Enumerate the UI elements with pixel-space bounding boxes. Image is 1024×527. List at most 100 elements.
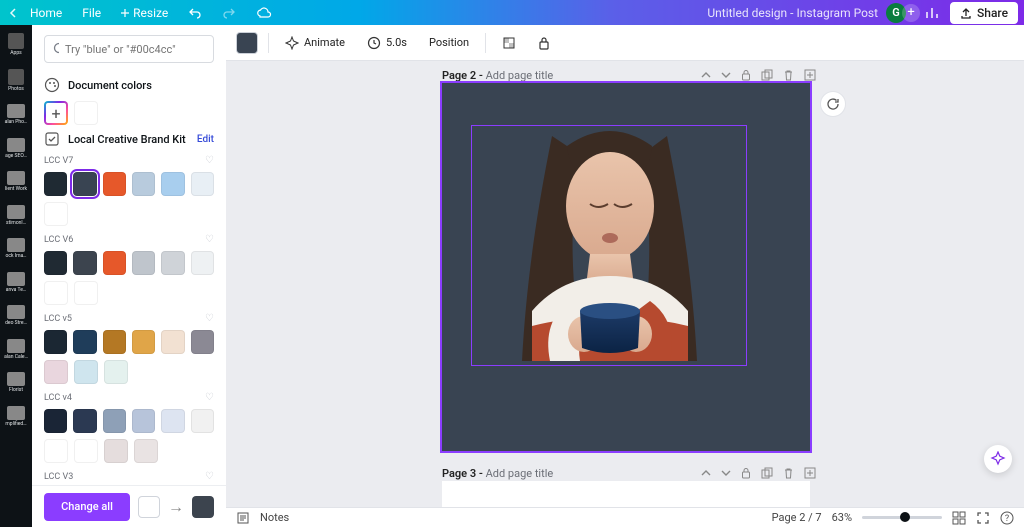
color-swatch[interactable] <box>191 330 214 354</box>
color-swatch[interactable] <box>103 172 126 196</box>
grid-view-icon[interactable] <box>952 511 966 525</box>
color-swatch[interactable] <box>132 172 155 196</box>
color-swatch[interactable] <box>44 251 67 275</box>
color-swatch[interactable] <box>191 251 214 275</box>
page-lock-icon[interactable] <box>741 69 751 81</box>
footer-swatch-from[interactable] <box>138 496 160 518</box>
back-icon[interactable] <box>6 8 20 18</box>
notes-icon[interactable] <box>236 511 250 525</box>
rail-folder-10[interactable]: mplified… <box>0 406 32 428</box>
refresh-fab[interactable] <box>820 91 846 117</box>
lock-button[interactable] <box>532 32 556 54</box>
page-indicator[interactable]: Page 2 / 7 <box>772 511 822 524</box>
color-swatch[interactable] <box>44 172 67 196</box>
page-down-icon[interactable] <box>721 468 731 478</box>
color-swatch[interactable] <box>73 409 96 433</box>
rail-apps[interactable]: Apps <box>0 33 32 57</box>
share-button[interactable]: Share <box>950 2 1018 24</box>
rail-folder-9[interactable]: Florist <box>0 372 32 394</box>
color-swatch[interactable] <box>191 409 214 433</box>
color-swatch[interactable] <box>134 439 158 463</box>
page-up-icon[interactable] <box>701 468 711 478</box>
favorite-icon[interactable]: ♡ <box>205 313 214 324</box>
ai-assistant-fab[interactable] <box>984 445 1012 473</box>
home-button[interactable]: Home <box>20 6 72 20</box>
fullscreen-icon[interactable] <box>976 511 990 525</box>
color-swatch[interactable] <box>161 172 184 196</box>
insights-icon[interactable] <box>920 6 944 20</box>
page-down-icon[interactable] <box>721 70 731 80</box>
doc-swatch[interactable] <box>74 101 98 125</box>
add-collaborator-button[interactable]: + <box>902 4 920 22</box>
notes-button[interactable]: Notes <box>260 511 289 524</box>
color-swatch[interactable] <box>103 251 126 275</box>
color-swatch[interactable] <box>44 409 67 433</box>
change-all-button[interactable]: Change all <box>44 493 130 521</box>
color-swatch[interactable] <box>74 439 98 463</box>
zoom-slider[interactable] <box>862 516 942 519</box>
duration-button[interactable]: 5.0s <box>361 32 413 54</box>
page-lock-icon[interactable] <box>741 467 751 479</box>
transparency-button[interactable] <box>496 32 522 54</box>
color-swatch[interactable] <box>103 409 126 433</box>
color-search-input[interactable] <box>65 43 205 56</box>
favorite-icon[interactable]: ♡ <box>205 392 214 403</box>
rail-folder-8[interactable]: alan Cale… <box>0 339 32 361</box>
footer-swatch-to[interactable] <box>192 496 214 518</box>
favorite-icon[interactable]: ♡ <box>205 155 214 166</box>
image-selection[interactable] <box>471 125 747 366</box>
page-duplicate-icon[interactable] <box>761 69 773 81</box>
color-swatch[interactable] <box>44 202 68 226</box>
rail-folder-3[interactable]: lient Work <box>0 171 32 193</box>
color-swatch[interactable] <box>132 251 155 275</box>
color-swatch[interactable] <box>44 360 68 384</box>
page-2-label[interactable]: Page 2 - Add page title <box>442 69 553 82</box>
redo-button[interactable] <box>212 7 246 19</box>
position-button[interactable]: Position <box>423 32 475 53</box>
document-title[interactable]: Untitled design - Instagram Post <box>707 6 886 20</box>
page-3-label[interactable]: Page 3 - Add page title <box>442 467 553 480</box>
rail-folder-2[interactable]: age SEO… <box>0 138 32 160</box>
page-3-artboard[interactable] <box>442 481 810 507</box>
favorite-icon[interactable]: ♡ <box>205 234 214 245</box>
color-swatch[interactable] <box>73 330 96 354</box>
page-delete-icon[interactable] <box>783 69 794 81</box>
color-swatch[interactable] <box>132 409 155 433</box>
color-swatch[interactable] <box>73 251 96 275</box>
color-swatch[interactable] <box>74 281 98 305</box>
rail-folder-6[interactable]: anva Te… <box>0 272 32 294</box>
zoom-value[interactable]: 63% <box>832 511 852 524</box>
animate-button[interactable]: Animate <box>279 32 351 54</box>
color-swatch[interactable] <box>104 360 128 384</box>
page-delete-icon[interactable] <box>783 467 794 479</box>
color-swatch[interactable] <box>104 439 128 463</box>
rail-folder-7[interactable]: deo Stre… <box>0 305 32 327</box>
color-swatch[interactable] <box>44 330 67 354</box>
page-up-icon[interactable] <box>701 70 711 80</box>
edit-brandkit[interactable]: Edit <box>197 134 214 145</box>
color-swatch[interactable] <box>74 360 98 384</box>
color-swatch[interactable] <box>73 172 96 196</box>
page-duplicate-icon[interactable] <box>761 467 773 479</box>
rail-folder-5[interactable]: ock Ima… <box>0 238 32 260</box>
color-swatch[interactable] <box>44 281 68 305</box>
file-menu[interactable]: File <box>72 6 111 20</box>
color-swatch[interactable] <box>161 330 184 354</box>
color-swatch[interactable] <box>44 439 68 463</box>
rail-folder-1[interactable]: alan Pho… <box>0 104 32 126</box>
page-2-artboard[interactable] <box>442 83 810 451</box>
color-swatch[interactable] <box>161 251 184 275</box>
cloud-sync-icon[interactable] <box>246 7 282 19</box>
page-add-icon[interactable] <box>804 69 816 81</box>
color-swatch[interactable] <box>161 409 184 433</box>
color-swatch[interactable] <box>132 330 155 354</box>
rail-photos[interactable]: Photos <box>0 69 32 93</box>
page-add-icon[interactable] <box>804 467 816 479</box>
rail-folder-4[interactable]: stimonl… <box>0 205 32 227</box>
help-icon[interactable]: ? <box>1000 511 1014 525</box>
color-swatch[interactable] <box>191 172 214 196</box>
add-color-button[interactable]: + <box>44 101 68 125</box>
undo-button[interactable] <box>178 7 212 19</box>
color-search[interactable] <box>44 35 214 63</box>
fill-color-swatch[interactable] <box>236 32 258 54</box>
